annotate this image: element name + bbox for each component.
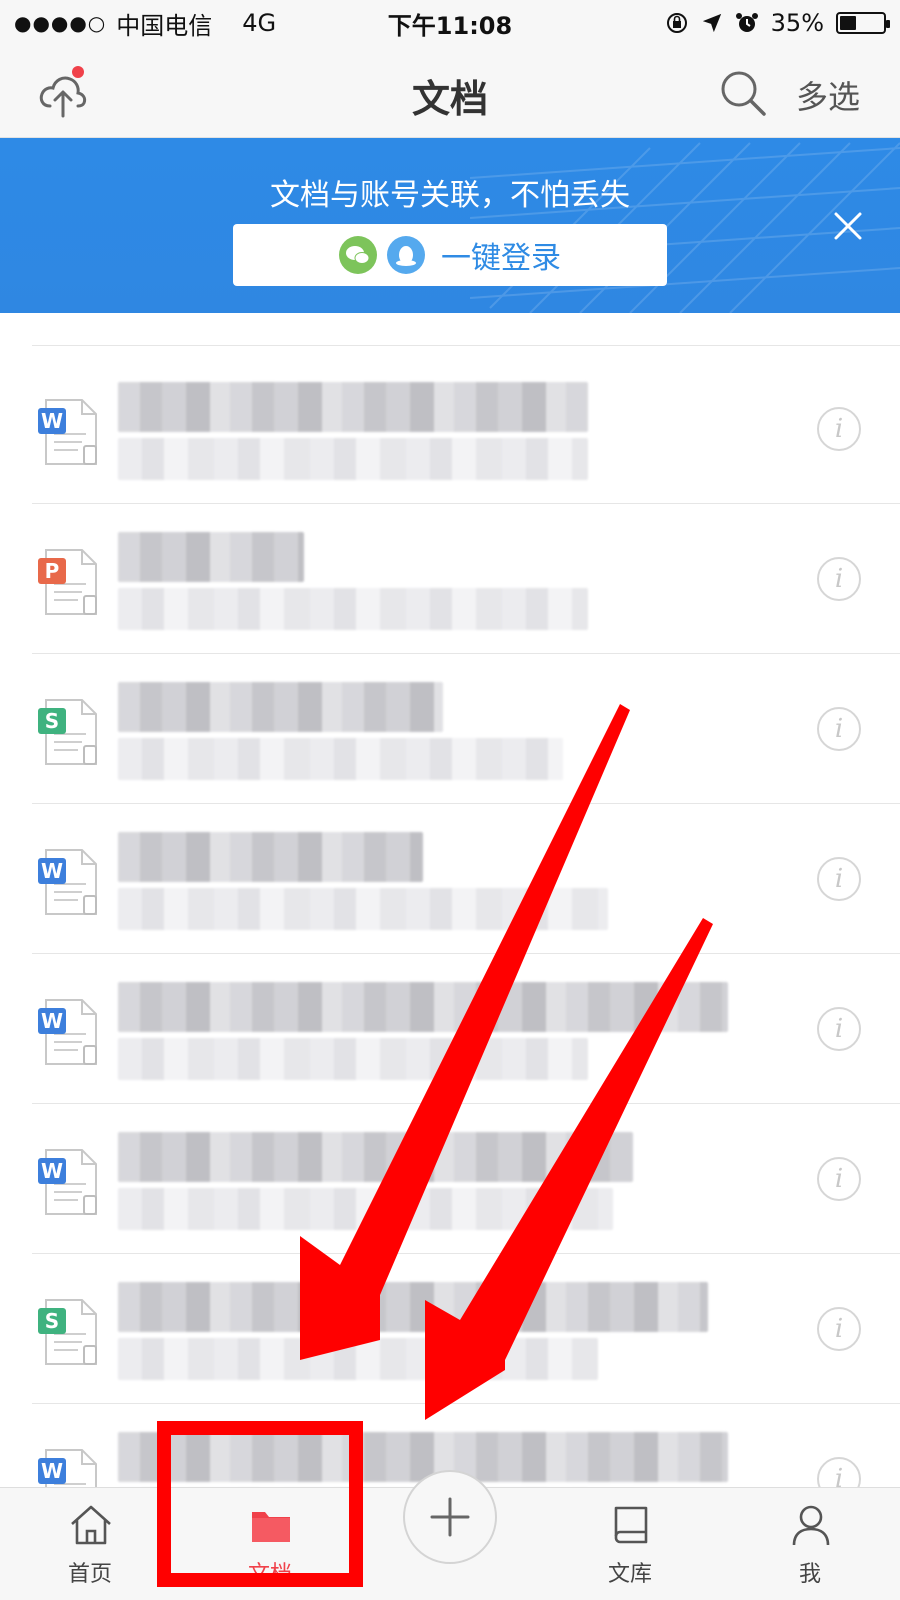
document-meta-blurred (118, 1038, 588, 1080)
document-row[interactable]: Si (0, 654, 900, 804)
document-title-blurred (118, 1132, 633, 1182)
info-button[interactable]: i (817, 1307, 861, 1351)
nav-bar: 文档 多选 (0, 46, 900, 138)
tab-label: 文库 (607, 1562, 652, 1587)
file-type-letter: S (45, 709, 59, 733)
document-title-blurred (118, 1282, 708, 1332)
battery-percent: 35% (770, 9, 824, 37)
status-bar: ●●●●○ 中国电信 4G 下午11:08 35% (0, 0, 900, 46)
document-title-blurred (118, 682, 443, 732)
document-meta-blurred (118, 588, 588, 630)
network-type: 4G (242, 9, 277, 37)
file-type-letter: S (45, 1309, 59, 1333)
file-type-letter: W (41, 1159, 63, 1183)
rotation-lock-icon (666, 13, 687, 33)
one-click-login-button[interactable]: 一键登录 (233, 224, 667, 286)
list-top-divider (32, 345, 900, 346)
folder-icon (252, 1512, 290, 1542)
tab-home[interactable]: 首页 (30, 1488, 150, 1600)
file-type-letter: W (41, 859, 63, 883)
sheet-file-icon: S (38, 699, 97, 765)
wechat-icon (339, 236, 377, 274)
home-icon (71, 1505, 111, 1545)
battery-icon (836, 12, 890, 34)
document-meta-blurred (118, 738, 563, 780)
qq-icon (387, 236, 425, 274)
tab-label: 文档 (247, 1562, 292, 1587)
create-document-button[interactable] (403, 1470, 497, 1564)
document-meta-blurred (118, 888, 608, 930)
document-title-blurred (118, 382, 588, 432)
info-button[interactable]: i (817, 1157, 861, 1201)
document-row[interactable]: Si (0, 1254, 900, 1404)
battery-fill (840, 16, 857, 30)
document-row[interactable]: Wi (0, 354, 900, 504)
tab-documents[interactable]: 文档 (210, 1488, 330, 1600)
banner-message: 文档与账号关联，不怕丢失 (270, 178, 630, 213)
word-file-icon: W (38, 849, 97, 915)
book-icon (614, 1506, 648, 1544)
document-meta-blurred (118, 1188, 613, 1230)
document-title-blurred (118, 532, 304, 582)
info-button[interactable]: i (817, 707, 861, 751)
ppt-file-icon: P (38, 549, 97, 615)
plus-icon (430, 1497, 470, 1537)
document-meta-blurred (118, 1338, 598, 1380)
document-row[interactable]: Wi (0, 954, 900, 1104)
banner-close-button[interactable] (830, 208, 866, 244)
search-icon (721, 71, 766, 116)
login-banner: 文档与账号关联，不怕丢失 一键登录 (0, 138, 900, 313)
user-icon (792, 1505, 830, 1546)
tab-me[interactable]: 我 (750, 1488, 870, 1600)
login-label: 一键登录 (441, 242, 561, 275)
info-button[interactable]: i (817, 1007, 861, 1051)
tab-label: 我 (798, 1562, 821, 1587)
alarm-icon (735, 13, 758, 32)
file-type-letter: W (41, 1009, 63, 1033)
document-title-blurred (118, 982, 728, 1032)
document-row[interactable]: Pi (0, 504, 900, 654)
word-file-icon: W (38, 399, 97, 465)
tab-library[interactable]: 文库 (570, 1488, 690, 1600)
document-meta-blurred (118, 438, 588, 480)
location-arrow-icon (702, 13, 721, 33)
file-type-letter: W (41, 409, 63, 433)
word-file-icon: W (38, 999, 97, 1065)
close-icon (834, 212, 862, 240)
info-button[interactable]: i (817, 557, 861, 601)
multi-select-button[interactable]: 多选 (796, 72, 860, 118)
file-type-letter: P (45, 559, 60, 583)
word-file-icon: W (38, 1149, 97, 1215)
search-button[interactable] (718, 68, 768, 118)
signal-strength: ●●●●○ (14, 11, 107, 35)
tab-label: 首页 (67, 1562, 112, 1587)
info-button[interactable]: i (817, 857, 861, 901)
sheet-file-icon: S (38, 1299, 97, 1365)
document-row[interactable]: Wi (0, 1104, 900, 1254)
info-button[interactable]: i (817, 407, 861, 451)
document-title-blurred (118, 832, 423, 882)
carrier-name: 中国电信 (116, 11, 213, 40)
document-title-blurred (118, 1432, 728, 1482)
file-type-letter: W (41, 1459, 63, 1483)
document-row[interactable]: Wi (0, 804, 900, 954)
